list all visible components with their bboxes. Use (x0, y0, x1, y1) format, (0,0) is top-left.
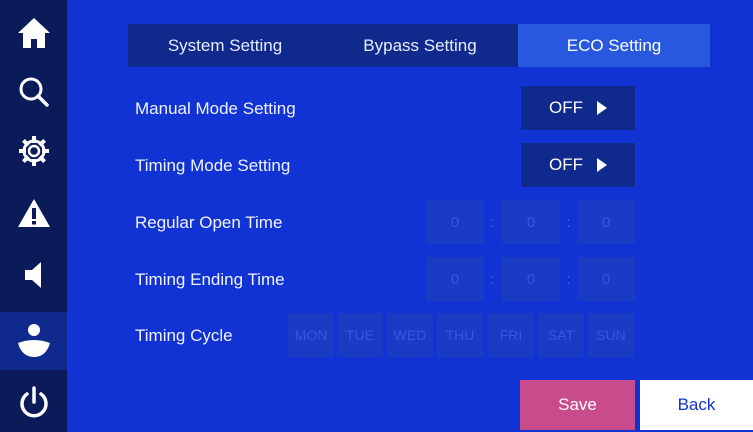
time-separator: : (490, 213, 495, 231)
manual-mode-value: OFF (549, 98, 583, 117)
end-hour-field[interactable]: 0 (426, 257, 484, 301)
tab-system-setting[interactable]: System Setting (128, 24, 322, 67)
end-minute-field[interactable]: 0 (502, 257, 560, 301)
manual-mode-label: Manual Mode Setting (135, 99, 296, 118)
power-button[interactable] (0, 374, 67, 432)
search-icon (19, 77, 49, 107)
time-separator: : (566, 213, 571, 231)
play-arrow-icon (597, 158, 607, 172)
day-sun[interactable]: SUN (588, 313, 634, 357)
settings-button[interactable] (0, 122, 67, 180)
day-wed[interactable]: WED (387, 313, 433, 357)
manual-mode-toggle[interactable]: OFF (521, 86, 635, 130)
warning-icon (17, 199, 50, 227)
regular-open-time-label: Regular Open Time (135, 213, 283, 232)
speaker-icon (24, 262, 41, 288)
tab-bypass-setting[interactable]: Bypass Setting (322, 24, 518, 67)
timing-mode-label: Timing Mode Setting (135, 156, 291, 175)
time-separator: : (566, 270, 571, 288)
home-button[interactable] (0, 4, 67, 62)
alarm-button[interactable] (0, 184, 67, 242)
search-button[interactable] (0, 63, 67, 121)
gear-icon (18, 136, 49, 166)
power-icon (19, 386, 48, 418)
save-button[interactable]: Save (520, 380, 635, 430)
home-icon (17, 18, 50, 48)
timing-mode-value: OFF (549, 155, 583, 174)
end-second-field[interactable]: 0 (577, 257, 635, 301)
day-fri[interactable]: FRI (488, 313, 534, 357)
play-arrow-icon (597, 101, 607, 115)
sound-button[interactable] (0, 246, 67, 304)
timing-cycle-label: Timing Cycle (135, 326, 233, 345)
sidebar (0, 0, 67, 432)
day-mon[interactable]: MON (288, 313, 334, 357)
tab-eco-setting[interactable]: ECO Setting (518, 24, 710, 67)
timing-mode-toggle[interactable]: OFF (521, 143, 635, 187)
open-second-field[interactable]: 0 (577, 200, 635, 244)
day-tue[interactable]: TUE (337, 313, 383, 357)
timing-ending-time-label: Timing Ending Time (135, 270, 285, 289)
back-button[interactable]: Back (640, 380, 753, 430)
open-minute-field[interactable]: 0 (502, 200, 560, 244)
day-sat[interactable]: SAT (538, 313, 584, 357)
time-separator: : (490, 270, 495, 288)
tab-bar: System Setting Bypass Setting ECO Settin… (128, 24, 710, 67)
user-icon (17, 324, 50, 357)
user-button[interactable] (0, 312, 67, 370)
day-thu[interactable]: THU (437, 313, 483, 357)
open-hour-field[interactable]: 0 (426, 200, 484, 244)
